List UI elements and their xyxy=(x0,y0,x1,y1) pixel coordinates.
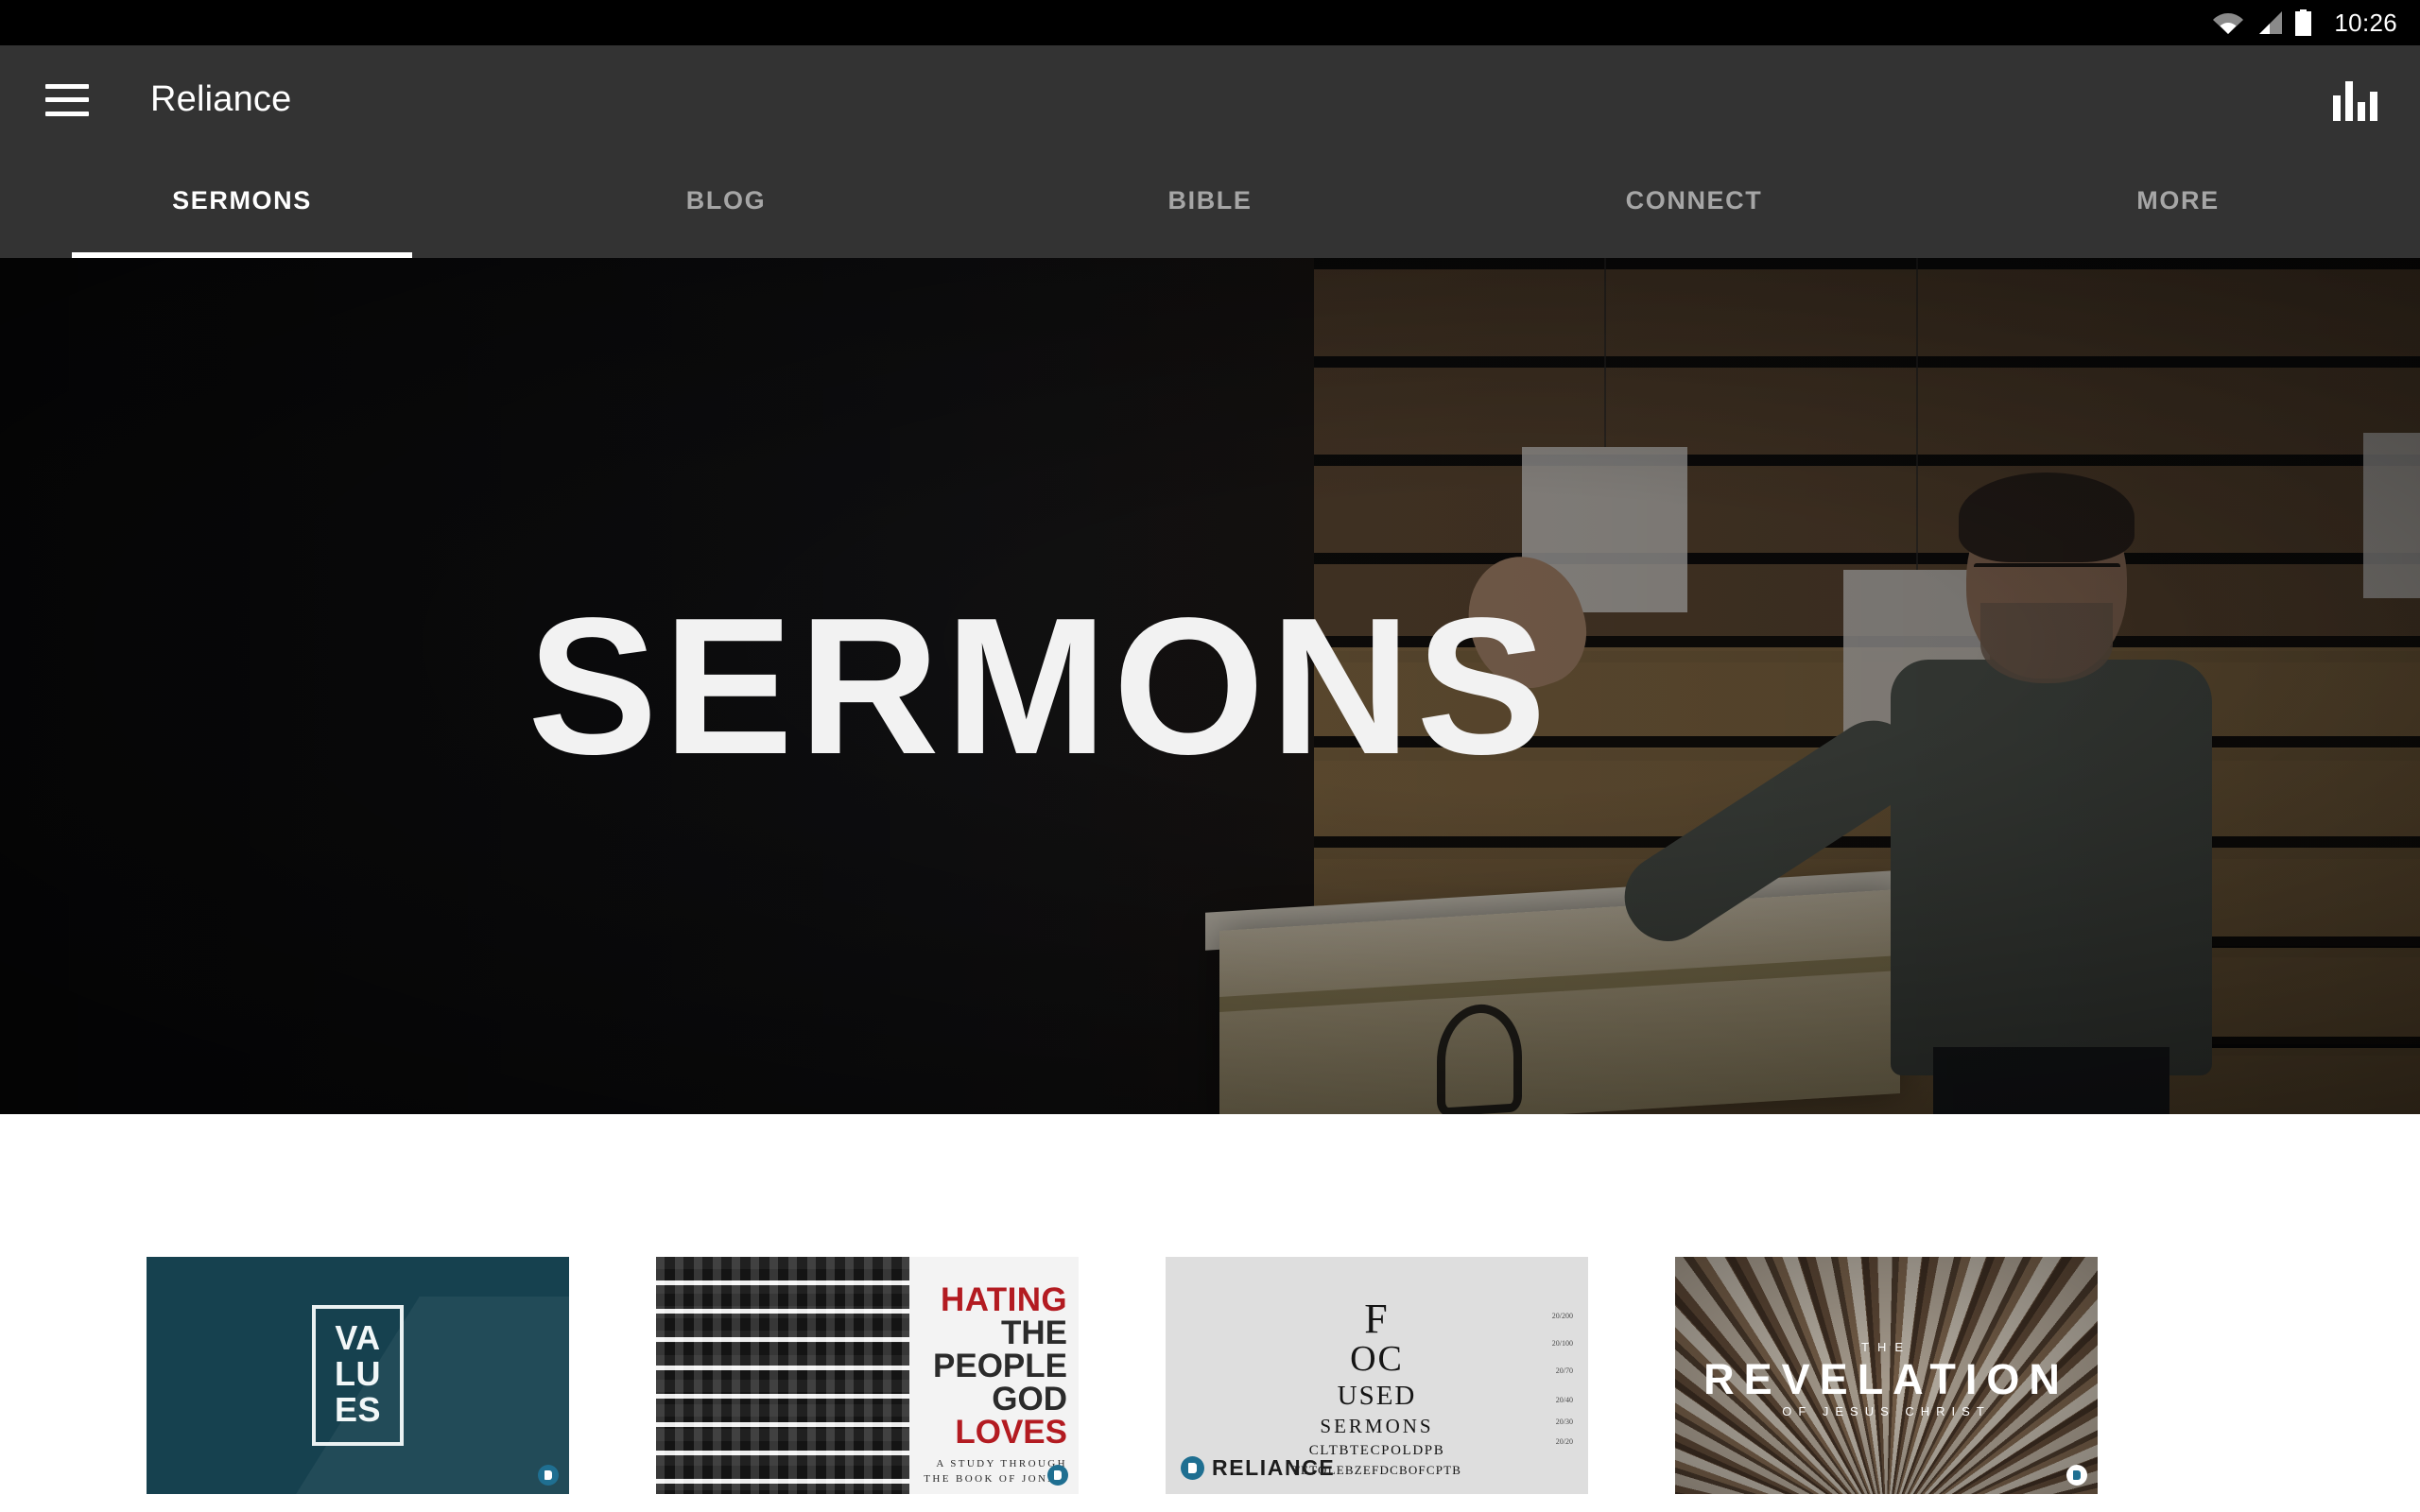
hating-line-5: LOVES xyxy=(955,1414,1067,1451)
hating-photo-strips xyxy=(656,1257,909,1494)
hating-line-1: HATING xyxy=(941,1281,1067,1318)
eye-chart-row-1: F xyxy=(1364,1296,1390,1342)
hero-title-wrap: SERMONS xyxy=(0,258,2420,1114)
sermon-series-card-row: VA LU ES Reliance Values HATING THE PEOP… xyxy=(147,1257,2098,1512)
reliance-logo-icon xyxy=(1181,1456,1204,1480)
revelation-line-1: THE xyxy=(1861,1340,1911,1354)
eye-chart-scale-1: 20/200 xyxy=(1551,1312,1573,1320)
tab-sermons[interactable]: SERMONS xyxy=(0,154,484,258)
status-bar-icons: 10:26 xyxy=(2212,9,2397,38)
values-shadow xyxy=(242,1297,569,1494)
eye-chart-scale-5: 20/30 xyxy=(1555,1418,1573,1426)
values-line-2: LU xyxy=(335,1354,381,1394)
tab-sermons-label: SERMONS xyxy=(172,185,312,215)
values-logo-box: VA LU ES xyxy=(311,1305,405,1446)
tab-blog[interactable]: BLOG xyxy=(484,154,968,258)
hating-subtitle-line-1: A STUDY THROUGH xyxy=(936,1458,1067,1469)
sermon-series-section: VA LU ES Reliance Values HATING THE PEOP… xyxy=(0,1114,2420,1512)
tab-bible-label: BIBLE xyxy=(1167,185,1253,215)
equalizer-icon[interactable] xyxy=(2332,79,2377,121)
eye-chart-row-3: USED xyxy=(1337,1380,1417,1411)
reliance-logo-badge xyxy=(1047,1465,1068,1486)
eye-chart-row-2: OC xyxy=(1350,1339,1404,1379)
tab-bible[interactable]: BIBLE xyxy=(968,154,1452,258)
series-card-focused-sermons[interactable]: F OC USED SERMONS CLTBTECPOLDPB TETOLEBZ… xyxy=(1166,1257,1588,1512)
eye-chart-block: F OC USED SERMONS CLTBTECPOLDPB TETOLEBZ… xyxy=(1166,1298,1588,1480)
tab-more[interactable]: MORE xyxy=(1936,154,2420,258)
hating-line-4: GOD xyxy=(992,1381,1067,1418)
reliance-wordmark: RELIANCE xyxy=(1181,1455,1335,1481)
cellular-signal-icon xyxy=(2256,10,2283,35)
series-artwork-values: VA LU ES xyxy=(147,1257,569,1494)
app-title: Reliance xyxy=(150,79,292,119)
revelation-title-block: THE REVELATION OF JESUS CHRIST xyxy=(1675,1340,2098,1418)
hating-subtitle: A STUDY THROUGH THE BOOK OF JONAH xyxy=(924,1457,1067,1487)
eye-chart-scale-6: 20/20 xyxy=(1555,1437,1573,1446)
hamburger-menu-icon[interactable] xyxy=(45,83,89,116)
series-artwork-focused: F OC USED SERMONS CLTBTECPOLDPB TETOLEBZ… xyxy=(1166,1257,1588,1494)
revelation-line-2: REVELATION xyxy=(1703,1355,2069,1403)
eye-chart-row-4: SERMONS xyxy=(1320,1414,1434,1437)
app-bar: Reliance xyxy=(0,45,2420,154)
hero-title: SERMONS xyxy=(527,577,1552,795)
reliance-wordmark-text: RELIANCE xyxy=(1212,1455,1336,1480)
series-card-hating-the-people-god-loves[interactable]: HATING THE PEOPLE GOD LOVES A STUDY THRO… xyxy=(656,1257,1079,1512)
tab-bar: SERMONS BLOG BIBLE CONNECT MORE xyxy=(0,154,2420,258)
values-line-1: VA xyxy=(335,1318,381,1358)
series-artwork-hating: HATING THE PEOPLE GOD LOVES A STUDY THRO… xyxy=(656,1257,1079,1494)
hero-banner[interactable]: SERMONS xyxy=(0,258,2420,1114)
hating-title-block: HATING THE PEOPLE GOD LOVES A STUDY THRO… xyxy=(924,1283,1067,1487)
wifi-icon xyxy=(2212,10,2244,35)
tab-connect-label: CONNECT xyxy=(1625,185,1763,215)
battery-icon xyxy=(2295,9,2312,36)
eye-chart-scale: 20/200 20/100 20/70 20/40 20/30 20/20 xyxy=(1552,1312,1573,1446)
eye-chart-scale-2: 20/100 xyxy=(1551,1339,1573,1348)
values-line-3: ES xyxy=(334,1389,382,1429)
status-bar: 10:26 xyxy=(0,0,2420,45)
hating-line-3: PEOPLE xyxy=(933,1348,1067,1384)
reliance-logo-badge xyxy=(538,1465,559,1486)
tab-more-label: MORE xyxy=(2136,185,2220,215)
tab-connect[interactable]: CONNECT xyxy=(1452,154,1936,258)
hating-subtitle-line-2: THE BOOK OF JONAH xyxy=(924,1472,1067,1485)
status-bar-clock: 10:26 xyxy=(2334,8,2397,37)
reliance-logo-badge xyxy=(2066,1465,2087,1486)
tab-blog-label: BLOG xyxy=(685,185,767,215)
revelation-line-3: OF JESUS CHRIST xyxy=(1782,1404,1991,1419)
series-artwork-revelation: THE REVELATION OF JESUS CHRIST xyxy=(1675,1257,2098,1494)
eye-chart-scale-3: 20/70 xyxy=(1555,1366,1573,1375)
series-card-revelation[interactable]: THE REVELATION OF JESUS CHRIST Revelatio… xyxy=(1675,1257,2098,1512)
hating-line-2: THE xyxy=(1001,1314,1067,1351)
eye-chart-scale-4: 20/40 xyxy=(1555,1396,1573,1404)
series-card-reliance-values[interactable]: VA LU ES Reliance Values xyxy=(147,1257,569,1512)
